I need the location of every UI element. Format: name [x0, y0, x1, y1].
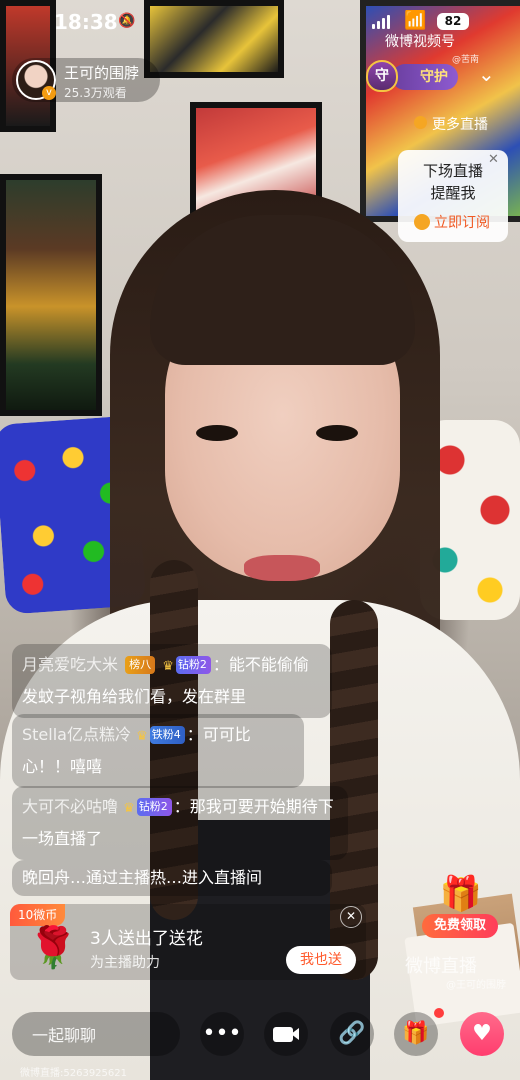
watermark-bottom: 微博直播: [405, 956, 477, 977]
streamer-eye-right: [316, 425, 358, 441]
chevron-down-icon[interactable]: ⌄: [478, 62, 495, 86]
entry-notice-text: 晚回舟…通过主播热…进入直播间: [22, 868, 263, 887]
signal-icon: [372, 13, 390, 29]
gift-notice-subtitle: 为主播助力: [90, 955, 160, 971]
fan-badge: 钻粉2: [136, 798, 172, 816]
view-count: 25.3万观看: [64, 86, 127, 100]
verified-icon: v: [42, 86, 56, 100]
fan-badge: 铁粉4: [149, 726, 185, 744]
watermark-top-sub: @苦南: [452, 55, 480, 65]
camera-icon[interactable]: [264, 1012, 308, 1056]
comment-item[interactable]: 月亮爱吃大米 榜八 ♛ 钻粉2 ：能不能偷偷发蚊子视角给我们看，发在群里: [12, 644, 332, 718]
chat-placeholder[interactable]: 一起聊聊: [32, 1022, 96, 1046]
fan-badge: 钻粉2: [175, 656, 211, 674]
planet-icon: [414, 116, 427, 129]
status-time: 18:38: [54, 10, 118, 34]
more-icon[interactable]: •••: [200, 1012, 244, 1056]
crown-icon: ♛: [136, 729, 148, 744]
comment-user[interactable]: Stella亿点糕冷: [22, 725, 131, 744]
wifi-icon: 📶: [404, 10, 427, 31]
reminder-line-2: 提醒我: [430, 184, 476, 202]
comment-user[interactable]: 月亮爱吃大米: [22, 655, 118, 674]
close-icon[interactable]: ✕: [488, 152, 499, 167]
watermark-bottom-sub: @王可的围脖: [446, 980, 506, 991]
watermark-top: 微博视频号: [385, 34, 455, 50]
crown-icon: ♛: [162, 659, 174, 674]
stream-id: 微博直播:5263925621: [20, 1068, 127, 1079]
comment-item[interactable]: Stella亿点糕冷 ♛ 铁粉4 ：可可比心！！嘻嘻: [12, 714, 304, 788]
comment-user[interactable]: 大可不必咕噜: [22, 797, 118, 816]
link-icon[interactable]: 🔗: [330, 1012, 374, 1056]
wall-art-top: [144, 0, 284, 78]
bell-mute-icon: 🔕: [118, 13, 136, 29]
notification-dot: [434, 1008, 444, 1018]
comment-item[interactable]: 大可不必咕噜 ♛ 钻粉2 ：那我可要开始期待下一场直播了: [12, 786, 348, 860]
gift-box-icon[interactable]: 🎁: [434, 874, 488, 914]
rank-badge: 榜八: [125, 656, 156, 674]
host-name[interactable]: 王可的围脖: [64, 62, 139, 83]
rose-icon: 🌹: [28, 925, 78, 971]
clock-icon: [414, 214, 430, 230]
live-stream-screen: 18:38 🔕 📶 82 微博视频号 @苦南 v 王可的围脖 25.3万观看 守…: [0, 0, 520, 1080]
entry-notice: 晚回舟…通过主播热…进入直播间: [12, 860, 332, 896]
guard-button[interactable]: 守护: [392, 64, 458, 90]
wall-art-left: [0, 174, 102, 416]
subscribe-button[interactable]: 立即订阅: [434, 212, 520, 236]
gift-price-tag: 10微币: [10, 904, 66, 926]
shield-icon[interactable]: 守: [366, 60, 398, 92]
gift-notice-title: 3人送出了送花: [90, 929, 203, 949]
streamer-lips: [244, 555, 320, 581]
close-icon[interactable]: ✕: [340, 906, 362, 928]
send-too-button[interactable]: 我也送: [286, 946, 356, 974]
more-live-link[interactable]: 更多直播: [432, 114, 488, 134]
heart-icon[interactable]: ♥: [460, 1012, 504, 1056]
free-claim-button[interactable]: 免费领取: [422, 914, 498, 938]
crown-icon: ♛: [123, 801, 135, 816]
streamer-eye-left: [196, 425, 238, 441]
gift-icon[interactable]: 🎁: [394, 1012, 438, 1056]
battery-indicator: 82: [437, 13, 469, 30]
